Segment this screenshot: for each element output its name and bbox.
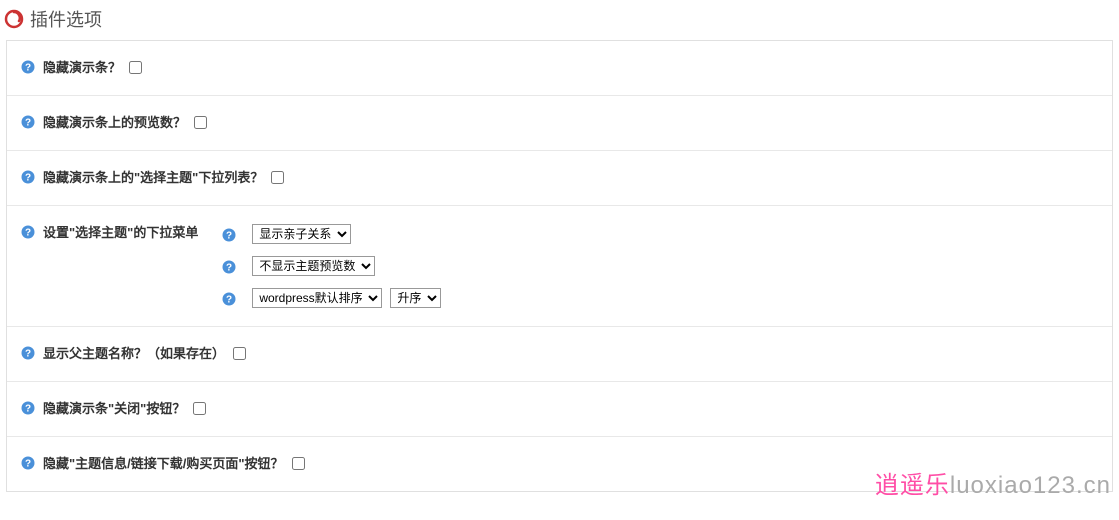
checkbox-hide-select-theme-dropdown[interactable] [271,171,284,184]
help-icon[interactable]: ? [21,456,35,470]
svg-text:?: ? [25,228,31,239]
checkbox-hide-info-button[interactable] [292,457,305,470]
svg-text:?: ? [25,349,31,360]
option-set-select-theme-menu: ? 设置"选择主题"的下拉菜单 ? 显示亲子关系 ? 不显示主题预览数 [7,206,1112,327]
dropdown-line-preview-count: ? 不显示主题预览数 [222,256,441,276]
option-label: 显示父主题名称？（如果存在） [43,345,225,363]
option-hide-close-button: ? 隐藏演示条"关闭"按钮？ [7,382,1112,437]
option-label: 隐藏演示条？ [43,59,121,77]
page-title: 插件选项 [30,6,102,32]
svg-text:?: ? [226,231,232,242]
help-icon[interactable]: ? [21,401,35,415]
svg-text:?: ? [25,118,31,129]
help-icon[interactable]: ? [21,225,35,239]
help-icon[interactable]: ? [222,292,236,306]
option-hide-info-button: ? 隐藏"主题信息/链接下载/购买页面"按钮？ [7,437,1112,491]
checkbox-show-parent-theme[interactable] [233,347,246,360]
option-hide-demo-bar: ? 隐藏演示条？ [7,41,1112,96]
svg-text:?: ? [25,63,31,74]
select-order[interactable]: 升序 [390,288,441,308]
option-label: 隐藏演示条上的"选择主题"下拉列表？ [43,169,263,187]
option-hide-preview-count: ? 隐藏演示条上的预览数？ [7,96,1112,151]
help-icon[interactable]: ? [21,115,35,129]
svg-text:?: ? [25,459,31,470]
dropdown-line-sort: ? wordpress默认排序 升序 [222,288,441,308]
page-header: 插件选项 [0,0,1119,36]
svg-text:?: ? [25,404,31,415]
option-label: 设置"选择主题"的下拉菜单 [43,224,198,242]
help-icon[interactable]: ? [21,60,35,74]
option-label: 隐藏"主题信息/链接下载/购买页面"按钮？ [43,455,284,473]
svg-text:?: ? [226,295,232,306]
option-label: 隐藏演示条上的预览数？ [43,114,186,132]
dropdown-line-relation: ? 显示亲子关系 [222,224,441,244]
help-icon[interactable]: ? [222,260,236,274]
option-label: 隐藏演示条"关闭"按钮？ [43,400,185,418]
help-icon[interactable]: ? [21,170,35,184]
option-hide-select-theme-dropdown: ? 隐藏演示条上的"选择主题"下拉列表？ [7,151,1112,206]
options-container: ? 隐藏演示条？ ? 隐藏演示条上的预览数？ ? 隐藏演示条上的"选择主题"下拉… [6,40,1113,492]
select-relation[interactable]: 显示亲子关系 [252,224,351,244]
checkbox-hide-demo-bar[interactable] [129,61,142,74]
logo-icon [4,9,24,29]
svg-text:?: ? [25,173,31,184]
option-show-parent-theme: ? 显示父主题名称？（如果存在） [7,327,1112,382]
dropdown-group: ? 显示亲子关系 ? 不显示主题预览数 ? wordpress默 [222,224,441,308]
checkbox-hide-close-button[interactable] [193,402,206,415]
select-sort[interactable]: wordpress默认排序 [252,288,382,308]
help-icon[interactable]: ? [21,346,35,360]
svg-text:?: ? [226,263,232,274]
help-icon[interactable]: ? [222,228,236,242]
checkbox-hide-preview-count[interactable] [194,116,207,129]
select-preview-count[interactable]: 不显示主题预览数 [252,256,375,276]
